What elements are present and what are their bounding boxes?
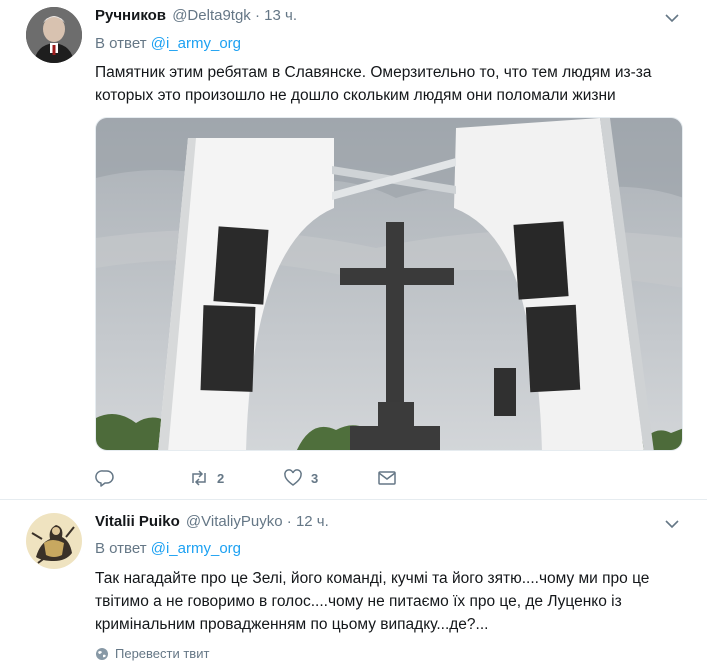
- reply-to-link[interactable]: @i_army_org: [151, 35, 241, 52]
- avatar[interactable]: [26, 513, 82, 569]
- tweet-header: Ручников @Delta9tgk · 13 ч.: [95, 6, 297, 26]
- like-icon: [284, 469, 302, 486]
- timestamp[interactable]: 12 ч.: [296, 513, 329, 530]
- message-icon: [378, 471, 396, 485]
- like-button[interactable]: 3: [283, 466, 318, 490]
- reply-icon: [95, 470, 114, 487]
- tweet[interactable]: Ручников @Delta9tgk · 13 ч. В ответ @i_a…: [0, 0, 707, 499]
- author-handle[interactable]: @VitaliyPuyko: [186, 513, 283, 530]
- avatar[interactable]: [26, 7, 82, 63]
- reply-prefix: В ответ: [95, 540, 147, 557]
- chevron-down-icon[interactable]: [665, 11, 679, 25]
- reply-context: В ответ @i_army_org: [95, 539, 241, 559]
- tweet-header: Vitalii Puiko @VitaliyPuyko · 12 ч.: [95, 512, 329, 532]
- retweet-button[interactable]: 2: [189, 466, 224, 490]
- separator: ·: [254, 7, 260, 24]
- reply-context: В ответ @i_army_org: [95, 34, 241, 54]
- retweet-count: 2: [217, 470, 225, 486]
- retweet-icon: [192, 470, 206, 486]
- tweet-text: Так нагадайте про це Зелі, його команді,…: [95, 570, 650, 633]
- globe-icon: [96, 647, 108, 660]
- translate-label: Перевести твит: [115, 646, 210, 661]
- tweet-text: Памятник этим ребятам в Славянске. Омерз…: [95, 64, 652, 104]
- reply-prefix: В ответ: [95, 35, 147, 52]
- timestamp[interactable]: 13 ч.: [264, 7, 297, 24]
- author-name[interactable]: Ручников: [95, 7, 166, 24]
- like-count: 3: [311, 470, 319, 486]
- separator: ·: [286, 513, 292, 530]
- tweet[interactable]: Vitalii Puiko @VitaliyPuyko · 12 ч. В от…: [0, 500, 707, 672]
- author-name[interactable]: Vitalii Puiko: [95, 513, 180, 530]
- chevron-down-icon[interactable]: [665, 517, 679, 531]
- reply-button[interactable]: [95, 466, 123, 490]
- translate-tweet-link[interactable]: Перевести твит: [95, 646, 209, 661]
- tweet-photo[interactable]: [95, 117, 683, 451]
- reply-to-link[interactable]: @i_army_org: [151, 540, 241, 557]
- author-handle[interactable]: @Delta9tgk: [172, 7, 251, 24]
- direct-message-button[interactable]: [377, 466, 397, 490]
